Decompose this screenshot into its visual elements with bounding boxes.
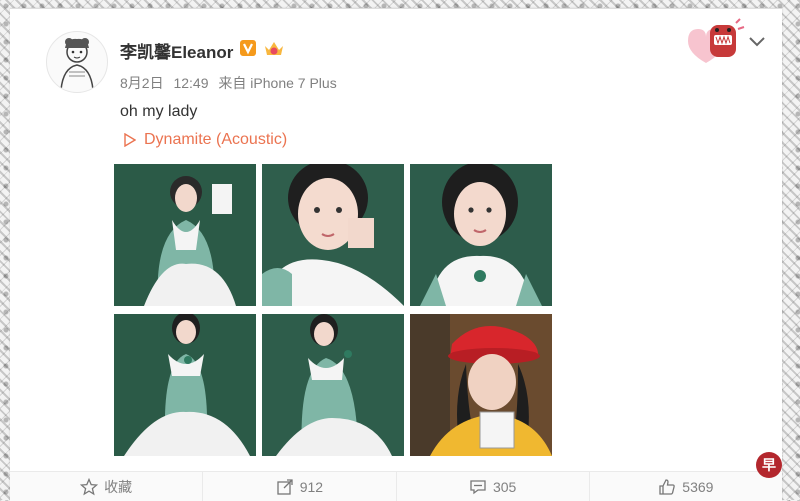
photo-1[interactable] — [114, 164, 256, 306]
post-time[interactable]: 12:49 — [173, 75, 208, 91]
vip-badge-icon[interactable] — [239, 39, 257, 62]
favorite-label: 收藏 — [104, 479, 133, 495]
avatar[interactable] — [46, 31, 108, 93]
music-link[interactable]: Dynamite (Acoustic) — [124, 131, 287, 149]
photo-grid — [114, 164, 554, 456]
music-title: Dynamite (Acoustic) — [144, 131, 288, 148]
post-meta: 8月2日 12:49 来自 iPhone 7 Plus — [120, 73, 343, 93]
play-icon — [124, 133, 136, 147]
post-menu-dropdown[interactable] — [748, 35, 766, 53]
comment-count: 305 — [492, 479, 517, 495]
photo-2[interactable] — [262, 164, 404, 306]
repost-count: 912 — [299, 479, 324, 495]
username-row: 李凯馨Eleanor — [120, 38, 285, 63]
chevron-down-icon — [749, 37, 765, 47]
photo-4[interactable] — [114, 314, 256, 456]
photo-6[interactable] — [410, 314, 552, 456]
comment-button[interactable]: 305 — [397, 472, 590, 501]
like-count: 5369 — [682, 479, 714, 495]
favorite-button[interactable]: 收藏 — [10, 472, 204, 501]
watermark-logo: 早 — [756, 452, 782, 478]
action-bar: 收藏 912 305 5369 — [10, 471, 782, 501]
avatar-sketch-icon — [60, 38, 94, 91]
weibo-post-card: 李凯馨Eleanor 8月2日 12:49 来自 iPhone 7 Plus o… — [10, 8, 782, 501]
share-icon — [277, 479, 293, 495]
comment-icon — [470, 480, 486, 495]
username[interactable]: 李凯馨Eleanor — [120, 38, 233, 63]
post-date[interactable]: 8月2日 — [120, 75, 164, 91]
sticker-icon — [680, 15, 750, 72]
repost-button[interactable]: 912 — [203, 472, 397, 501]
crown-icon[interactable] — [263, 39, 285, 62]
photo-5[interactable] — [262, 314, 404, 456]
star-icon — [80, 478, 99, 496]
like-button[interactable]: 5369 — [590, 472, 782, 501]
post-text: oh my lady — [120, 103, 198, 120]
photo-3[interactable] — [410, 164, 552, 306]
thumbs-up-icon — [659, 479, 676, 495]
post-source: 来自 iPhone 7 Plus — [218, 75, 337, 91]
